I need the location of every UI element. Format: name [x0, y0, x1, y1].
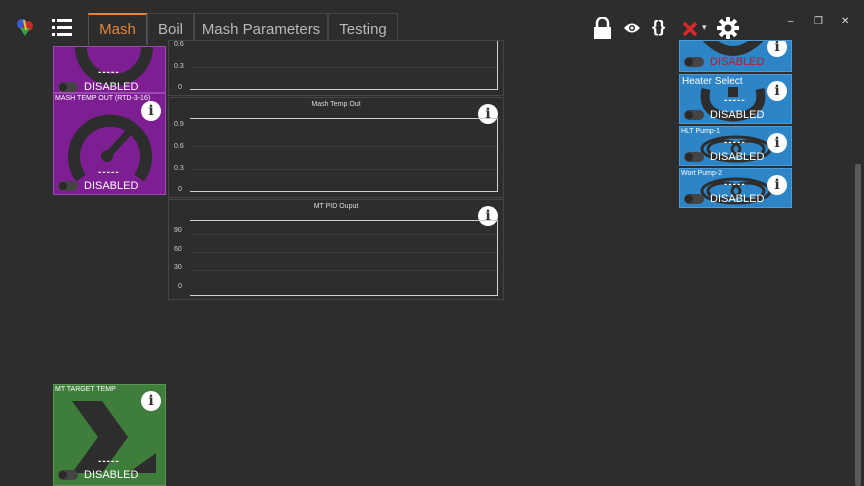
- menu-icon[interactable]: [52, 19, 72, 36]
- widget-title: MASH TEMP OUT (RTD-3-16): [55, 95, 151, 102]
- chart-title: MT PID Ouput: [313, 203, 359, 210]
- y-tick: 0.3: [174, 165, 184, 172]
- y-tick: 30: [174, 264, 182, 271]
- widget-state: DISABLED: [710, 151, 765, 163]
- enable-toggle[interactable]: [684, 110, 704, 120]
- enable-toggle[interactable]: [684, 152, 704, 162]
- y-tick: 0: [178, 186, 182, 193]
- purple-gauge-widget-top[interactable]: ----- DISABLED: [53, 46, 166, 93]
- gear-icon[interactable]: [717, 17, 739, 39]
- blue-widget-top[interactable]: i DISABLED: [679, 40, 792, 72]
- enable-toggle[interactable]: [58, 470, 78, 480]
- widget-state: DISABLED: [84, 469, 139, 481]
- widget-state: DISABLED: [710, 109, 765, 121]
- y-tick: 0.9: [174, 121, 184, 128]
- wort-pump-widget[interactable]: Wort Pump-2 i ----- DISABLED: [679, 168, 792, 208]
- widget-value: -----: [98, 67, 120, 78]
- widget-value: -----: [724, 179, 746, 190]
- app-logo-icon[interactable]: [14, 16, 36, 38]
- y-tick: 0.3: [174, 63, 184, 70]
- widget-state: DISABLED: [84, 180, 139, 192]
- info-icon[interactable]: i: [767, 41, 787, 57]
- y-tick: 90: [174, 227, 182, 234]
- widget-value: -----: [724, 95, 746, 106]
- info-icon[interactable]: i: [141, 101, 161, 121]
- info-icon[interactable]: i: [141, 391, 161, 411]
- restore-button[interactable]: ❐: [814, 16, 823, 27]
- y-tick: 0: [178, 84, 182, 91]
- close-x-icon[interactable]: [682, 21, 698, 37]
- widget-title: MT TARGET TEMP: [55, 386, 116, 393]
- mash-temp-out-widget[interactable]: MASH TEMP OUT (RTD-3-16) i ----- DISABLE…: [53, 93, 166, 195]
- braces-icon[interactable]: {}: [652, 17, 665, 37]
- mt-target-temp-widget[interactable]: MT TARGET TEMP i ----- DISABLED: [53, 384, 166, 486]
- hlt-pump-widget[interactable]: HLT Pump-1 i ----- DISABLED: [679, 126, 792, 166]
- y-tick: 0.6: [174, 41, 184, 48]
- y-tick: 0: [178, 283, 182, 290]
- minimize-button[interactable]: –: [788, 16, 794, 27]
- scrollbar-thumb[interactable]: [855, 164, 861, 486]
- enable-toggle[interactable]: [684, 57, 704, 67]
- plot-area: [190, 118, 498, 192]
- y-tick: 0.6: [174, 143, 184, 150]
- widget-value: -----: [98, 167, 120, 178]
- widget-state: DISABLED: [710, 193, 765, 205]
- y-tick: 60: [174, 246, 182, 253]
- enable-toggle[interactable]: [684, 194, 704, 204]
- chart-title: Mash Temp Out: [311, 101, 361, 108]
- widget-value: -----: [724, 137, 746, 148]
- info-icon[interactable]: i: [767, 133, 787, 153]
- info-icon[interactable]: i: [767, 81, 787, 101]
- lock-icon[interactable]: [593, 17, 612, 39]
- info-icon[interactable]: i: [767, 175, 787, 195]
- enable-toggle[interactable]: [58, 181, 78, 191]
- chart-top: 0.6 0.3 0: [168, 40, 504, 96]
- plot-area: [190, 41, 498, 90]
- eye-icon[interactable]: [623, 22, 641, 34]
- plot-area: [190, 220, 498, 296]
- widget-value: -----: [98, 456, 120, 467]
- tab-mash[interactable]: Mash: [88, 13, 147, 45]
- widget-state: DISABLED: [710, 56, 765, 68]
- widget-state: DISABLED: [84, 81, 139, 93]
- chart-mt-pid-output: MT PID Ouput i 90 60 30 0: [168, 199, 504, 300]
- heater-select-widget[interactable]: Heater Select i ----- DISABLED: [679, 74, 792, 124]
- dropdown-arrow-icon[interactable]: ▾: [702, 22, 707, 33]
- enable-toggle[interactable]: [58, 82, 78, 92]
- close-button[interactable]: ✕: [841, 16, 849, 27]
- chart-mash-temp-out: Mash Temp Out i 0.9 0.6 0.3 0: [168, 97, 504, 198]
